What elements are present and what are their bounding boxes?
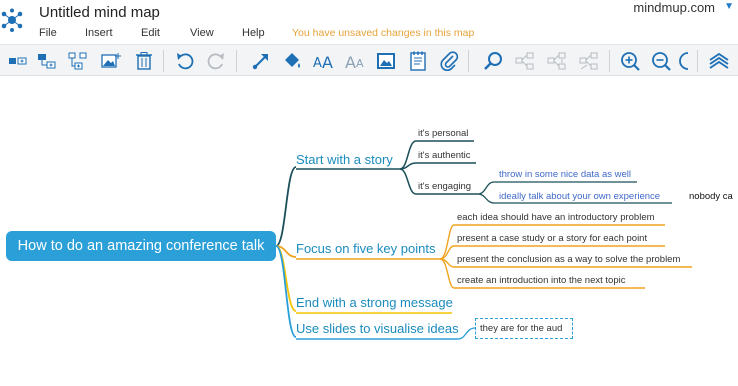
leaf-node[interactable]: it's engaging (418, 181, 471, 192)
image-frame-icon[interactable] (373, 48, 399, 74)
unsaved-changes-notice: You have unsaved changes in this map (292, 27, 475, 39)
toolbar-separator (697, 50, 698, 72)
node-edit-input[interactable]: they are for the aud (475, 318, 573, 339)
connect-arrow-icon[interactable] (248, 48, 274, 74)
mind-map-canvas[interactable]: How to do an amazing conference talk Sta… (0, 77, 738, 386)
root-node[interactable]: How to do an amazing conference talk (6, 231, 276, 261)
branch-node-story[interactable]: Start with a story (296, 152, 393, 167)
leaf-node[interactable]: it's authentic (418, 150, 471, 161)
leaf-node[interactable]: create an introduction into the next top… (457, 275, 625, 286)
leaf-node[interactable]: throw in some nice data as well (499, 169, 631, 180)
collapse-icon[interactable] (512, 48, 538, 74)
note-icon[interactable] (405, 48, 431, 74)
brand-dropdown-icon[interactable]: ▼ (724, 1, 734, 12)
redo-icon[interactable] (203, 48, 229, 74)
toolbar-separator (609, 50, 610, 72)
expand-icon[interactable] (544, 48, 570, 74)
document-title[interactable]: Untitled mind map (39, 4, 160, 21)
toolbar: AA AA (0, 44, 738, 76)
leaf-node[interactable]: present a case study or a story for each… (457, 233, 647, 244)
svg-text:A: A (345, 53, 356, 72)
branch-node-end[interactable]: End with a strong message (296, 295, 453, 310)
insert-image-icon[interactable] (98, 48, 124, 74)
add-child-icon[interactable] (34, 48, 60, 74)
attachment-icon[interactable] (436, 48, 462, 74)
menu-view[interactable]: View (190, 27, 214, 39)
zoom-out-icon[interactable] (648, 48, 674, 74)
fill-color-icon[interactable] (279, 48, 305, 74)
menu-bar: File Insert Edit View Help You have unsa… (0, 27, 738, 41)
add-node-tree-icon[interactable] (65, 48, 91, 74)
svg-text:A: A (313, 56, 322, 71)
leaf-node-overflow[interactable]: nobody ca (689, 191, 733, 202)
svg-text:A: A (322, 53, 333, 72)
menu-edit[interactable]: Edit (141, 27, 160, 39)
toolbar-separator (163, 50, 164, 72)
toolbar-separator (468, 50, 469, 72)
toggle-icon[interactable] (576, 48, 602, 74)
layers-icon[interactable] (706, 48, 732, 74)
menu-file[interactable]: File (39, 27, 57, 39)
undo-icon[interactable] (172, 48, 198, 74)
font-size-decrease-icon[interactable]: AA (342, 48, 368, 74)
menu-help[interactable]: Help (242, 27, 265, 39)
leaf-node[interactable]: present the conclusion as a way to solve… (457, 254, 680, 265)
zoom-in-icon[interactable] (617, 48, 643, 74)
add-sibling-icon[interactable] (5, 48, 31, 74)
branch-node-slides[interactable]: Use slides to visualise ideas (296, 321, 459, 336)
brand-link[interactable]: mindmup.com (633, 0, 715, 15)
svg-text:A: A (356, 57, 364, 70)
search-icon[interactable] (480, 48, 506, 74)
leaf-node[interactable]: ideally talk about your own experience (499, 191, 660, 202)
branch-node-focus[interactable]: Focus on five key points (296, 241, 435, 256)
leaf-node[interactable]: each idea should have an introductory pr… (457, 212, 655, 223)
font-size-increase-icon[interactable]: AA (310, 48, 336, 74)
toolbar-separator (236, 50, 237, 72)
menu-insert[interactable]: Insert (85, 27, 113, 39)
leaf-node[interactable]: it's personal (418, 128, 468, 139)
header: Untitled mind map mindmup.com ▼ File Ins… (0, 0, 738, 42)
delete-icon[interactable] (131, 48, 157, 74)
